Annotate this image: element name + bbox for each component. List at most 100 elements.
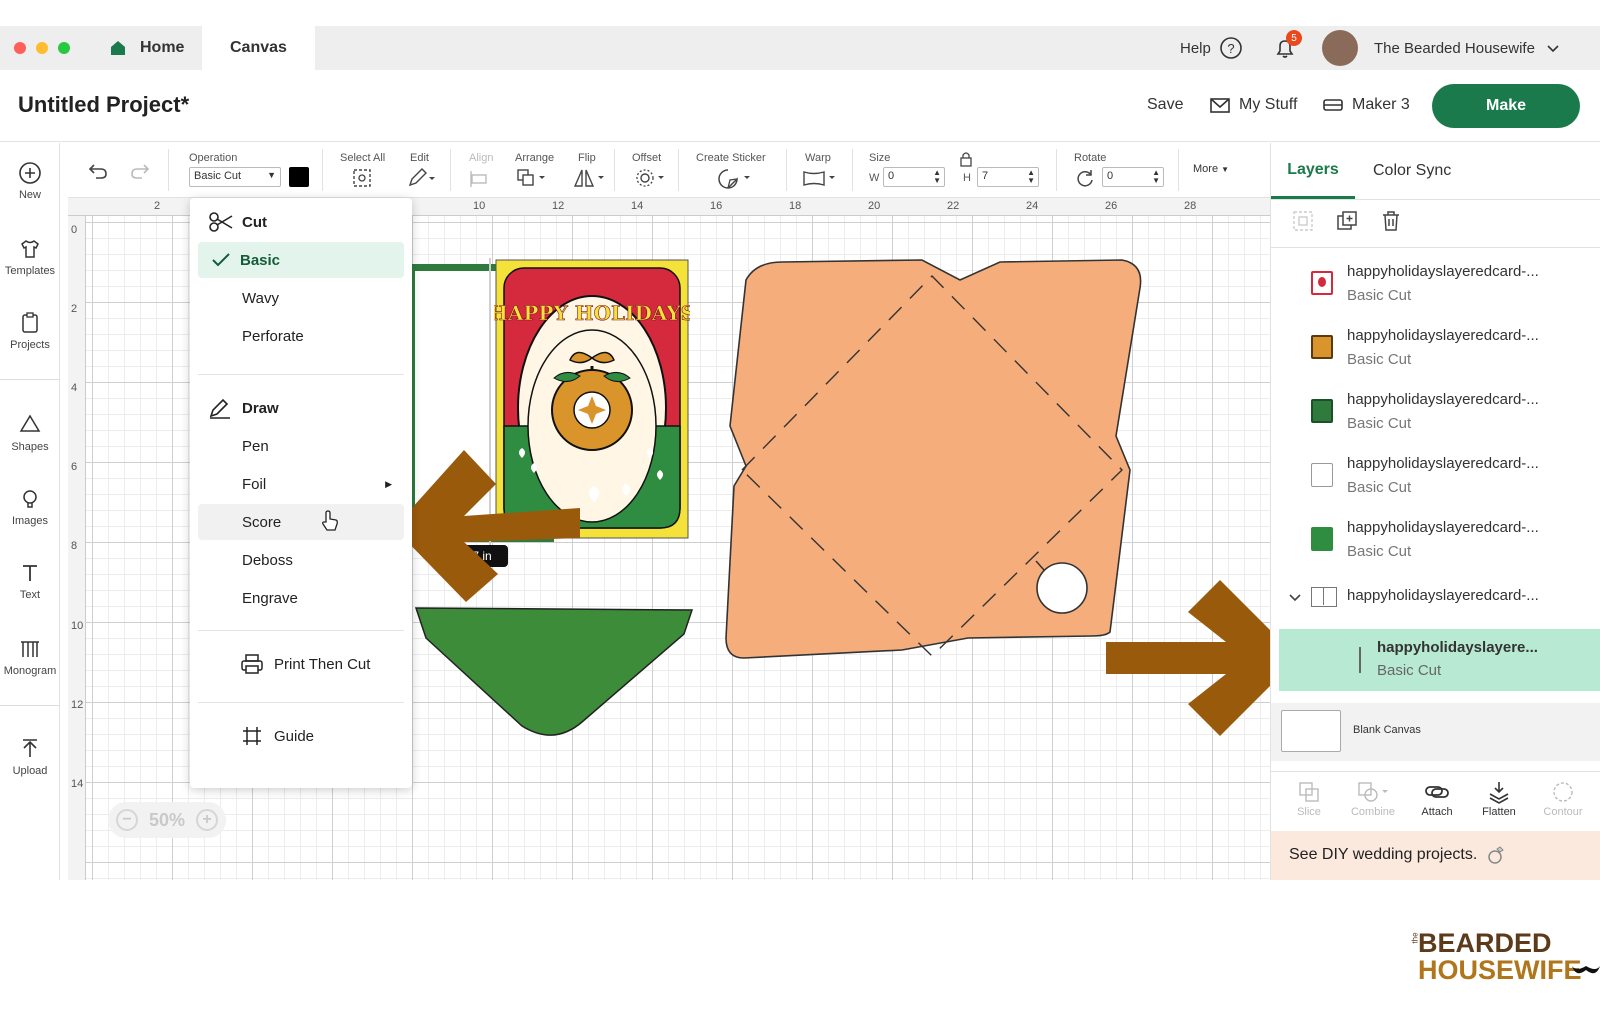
mustache-icon [1572,966,1600,974]
menu-item-print-then-cut[interactable]: Print Then Cut [198,646,404,682]
layer-item[interactable]: happyholidayslayeredcard-... Basic Cut [1271,379,1600,443]
chevron-down-icon[interactable] [1287,589,1303,605]
close-window-button[interactable] [14,42,26,54]
align-icon[interactable] [469,167,499,189]
layer-operation: Basic Cut [1347,479,1412,496]
make-button[interactable]: Make [1432,84,1580,128]
duplicate-icon[interactable] [1335,209,1359,233]
menu-cut-header: Cut [198,204,404,240]
envelope-flap-shape[interactable] [412,606,702,742]
envelope-shape[interactable] [722,258,1146,668]
lock-icon[interactable] [959,151,973,167]
height-label: H [963,172,971,184]
menu-item-score[interactable]: Score [198,504,404,540]
menu-item-wavy[interactable]: Wavy [198,280,404,316]
redo-icon[interactable] [128,159,152,183]
tab-home[interactable]: Home [108,26,184,70]
flatten-label: Flatten [1482,806,1516,818]
menu-item-guide-label: Guide [274,727,315,745]
brand-line-1: BEARDED [1418,928,1552,958]
help-button[interactable]: Help ? [1180,26,1243,70]
tab-canvas[interactable]: Canvas [202,26,315,70]
zoom-in-button[interactable]: + [196,809,218,831]
promo-banner[interactable]: See DIY wedding projects. [1271,831,1600,880]
attach-button[interactable]: Attach [1407,780,1467,818]
rail-templates[interactable]: Templates [0,237,60,277]
layer-item-selected[interactable]: happyholidayslayere... Basic Cut [1279,629,1600,691]
operation-color-swatch[interactable] [289,167,309,187]
rotate-icon[interactable] [1074,167,1096,189]
my-stuff-button[interactable]: My Stuff [1209,96,1297,114]
toolbar-divider [1056,149,1057,191]
layer-item[interactable]: happyholidayslayeredcard-... Basic Cut [1271,251,1600,315]
offset-icon[interactable] [634,167,668,189]
combine-button[interactable]: Combine [1343,780,1403,818]
select-all-icon[interactable] [351,167,373,189]
rail-monogram[interactable]: Monogram [0,637,60,677]
machine-button[interactable]: Maker 3 [1322,96,1410,114]
warp-icon[interactable] [801,167,839,189]
group-icon[interactable] [1291,209,1315,233]
menu-item-pen[interactable]: Pen [198,428,404,464]
rail-divider [0,705,60,706]
height-value: 7 [982,170,989,182]
slice-button[interactable]: Slice [1279,780,1339,818]
menu-draw-header: Draw [198,390,404,426]
layer-item[interactable]: happyholidayslayeredcard-... Basic Cut [1271,443,1600,507]
tab-layers[interactable]: Layers [1271,143,1355,199]
rail-shapes[interactable]: Shapes [0,413,60,453]
layer-group[interactable]: happyholidayslayeredcard-... [1271,571,1600,623]
upload-icon [23,739,37,757]
menu-item-engrave[interactable]: Engrave [198,580,404,616]
rail-images-label: Images [11,515,49,527]
brand-logo: the BEARDED HOUSEWIFE [1411,928,1600,984]
menu-item-foil[interactable]: Foil ▶ [198,466,404,502]
menu-item-basic[interactable]: Basic [198,242,404,278]
layer-operation: Basic Cut [1347,287,1412,304]
more-button[interactable]: More ▼ [1193,163,1229,175]
zoom-window-button[interactable] [58,42,70,54]
sticker-icon[interactable] [716,167,754,191]
project-title[interactable]: Untitled Project* [18,92,189,118]
save-label: Save [1147,96,1184,113]
undo-icon[interactable] [86,159,110,183]
layer-name: happyholidayslayeredcard-... [1347,519,1539,536]
menu-item-deboss[interactable]: Deboss [198,542,404,578]
rail-upload[interactable]: Upload [0,737,60,777]
zoom-out-button[interactable]: − [116,809,138,831]
rail-new[interactable]: New [0,161,60,201]
save-button[interactable]: Save [1147,96,1183,114]
guide-icon [243,727,261,745]
rotate-input[interactable]: 0 ▲ ▼ [1102,167,1164,187]
rail-images[interactable]: Images [0,487,60,527]
menu-draw-header-label: Draw [242,399,279,417]
avatar [1322,30,1358,66]
arrange-icon[interactable] [515,167,549,189]
menu-item-guide[interactable]: Guide [198,718,404,754]
check-icon [212,253,230,267]
notifications-button[interactable]: 5 [1272,26,1302,70]
pencil-icon[interactable] [406,167,436,189]
rail-projects[interactable]: Projects [0,311,60,351]
flip-icon[interactable] [572,167,606,189]
caret-down-icon: ▼ [267,170,276,180]
operation-select[interactable]: Basic Cut ▼ [189,167,281,187]
ruler-number: 0 [71,224,78,236]
contour-label: Contour [1543,806,1583,818]
zoom-level: 50% [148,809,186,830]
menu-item-perforate[interactable]: Perforate [198,318,404,354]
rail-text[interactable]: Text [0,561,60,601]
user-menu[interactable]: The Bearded Housewife [1322,26,1561,70]
layer-item[interactable]: happyholidayslayeredcard-... Basic Cut [1271,507,1600,571]
width-input[interactable]: 0 ▲ ▼ [883,167,945,187]
trash-icon[interactable] [1379,209,1403,233]
blank-canvas-row[interactable]: Blank Canvas [1271,703,1600,761]
contour-button[interactable]: Contour [1533,780,1593,818]
stepper-icon: ▲ ▼ [1027,168,1035,185]
height-input[interactable]: 7 ▲ ▼ [977,167,1039,187]
minimize-window-button[interactable] [36,42,48,54]
layer-item[interactable]: happyholidayslayeredcard-... Basic Cut [1271,315,1600,379]
tab-color-sync[interactable]: Color Sync [1373,143,1451,199]
flatten-button[interactable]: Flatten [1469,780,1529,818]
ruler-number: 12 [552,200,565,212]
